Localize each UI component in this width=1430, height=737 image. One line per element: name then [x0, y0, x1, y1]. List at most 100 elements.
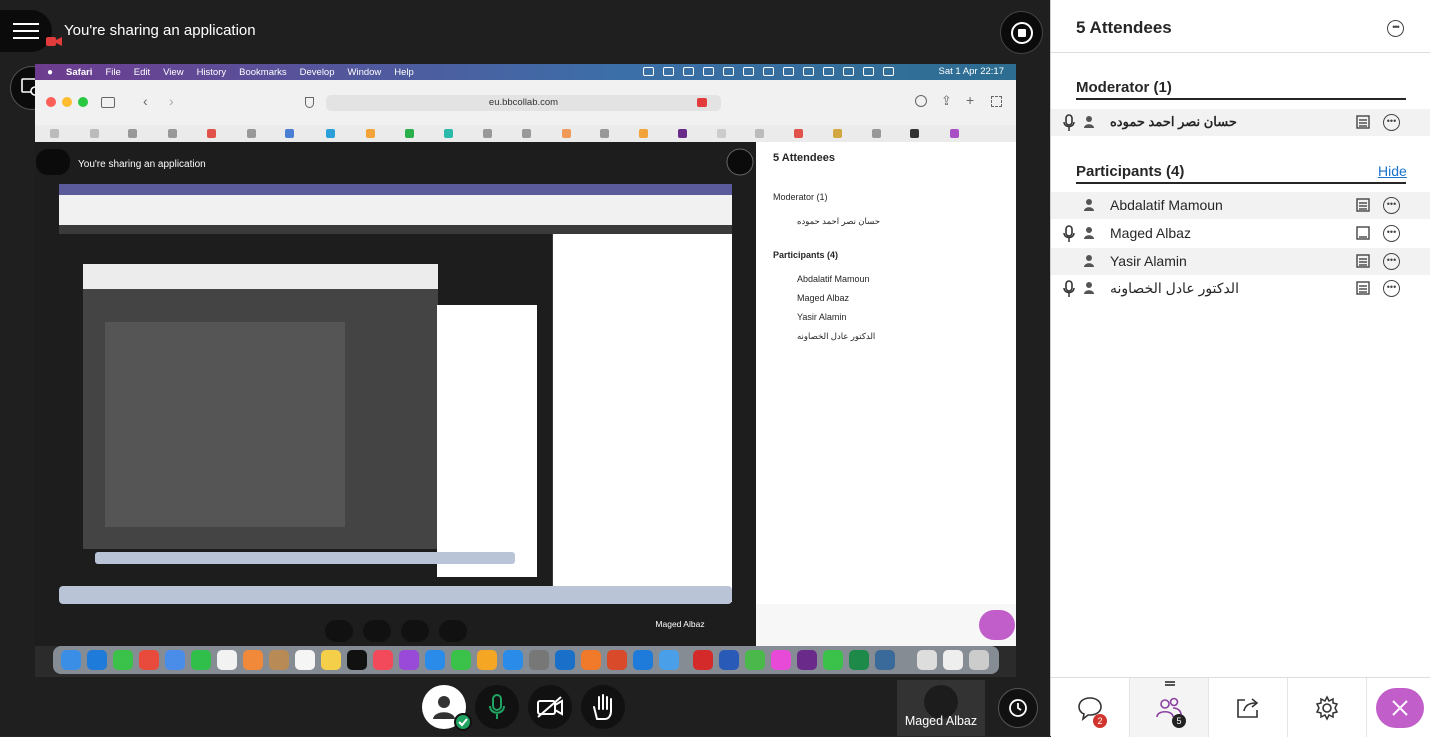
- tab-overview-icon: [991, 96, 1002, 107]
- hamburger-icon: [13, 23, 39, 39]
- tab-grip-icon: [1165, 681, 1175, 683]
- tab-share-content[interactable]: [1209, 678, 1288, 737]
- stream-icon: [1356, 198, 1370, 212]
- apple-icon: ●: [47, 66, 54, 78]
- favorites-bar: [35, 125, 1016, 143]
- menu-edit: Edit: [133, 66, 151, 78]
- menu-tray-icons: [643, 67, 894, 76]
- attendee-row[interactable]: الدكتور عادل الخصاونه •••: [1051, 275, 1430, 302]
- attendee-name: الدكتور عادل الخصاونه: [1110, 280, 1239, 296]
- person-icon: [1084, 199, 1094, 211]
- menu-develop: Develop: [299, 66, 335, 78]
- camera-button[interactable]: [528, 685, 572, 729]
- person-icon: [1084, 116, 1094, 128]
- close-icon: [1392, 700, 1408, 716]
- window-controls: [46, 97, 88, 107]
- nested-participant-4: الدكتور عادل الخصاونه: [797, 331, 876, 341]
- nested-participant-3: Yasir Alamin: [797, 312, 847, 322]
- tab-chat[interactable]: 2: [1051, 678, 1130, 737]
- stream-icon: [1356, 226, 1370, 240]
- moderator-header: Moderator (1): [1076, 79, 1172, 96]
- nested-participant-2: Maged Albaz: [797, 293, 850, 303]
- download-icon: [915, 95, 927, 107]
- settings-icon: [1315, 694, 1339, 721]
- menu-safari: Safari: [66, 66, 93, 78]
- sharing-indicator-icon: [697, 98, 707, 107]
- forward-icon: ›: [169, 93, 174, 109]
- stop-sharing-button[interactable]: [1000, 11, 1043, 54]
- menu-help: Help: [394, 66, 414, 78]
- new-tab-icon: +: [966, 92, 975, 108]
- session-menu-button[interactable]: [0, 10, 52, 52]
- session-stage: You're sharing an application ● Safari F…: [0, 0, 1050, 736]
- video-participant-name: Maged Albaz: [904, 714, 978, 728]
- privacy-shield-icon: [305, 97, 314, 108]
- panel-tab-bar: 2 5: [1051, 677, 1430, 737]
- attendee-name: Abdalatif Mamoun: [1110, 197, 1223, 213]
- safari-toolbar: ‹ › eu.bbcollab.com ⇪ +: [35, 80, 1016, 126]
- microphone-icon: [1063, 280, 1075, 297]
- hide-participants-link[interactable]: Hide: [1378, 163, 1407, 179]
- nested-moderator-header: Moderator (1): [773, 192, 828, 202]
- attendee-options-icon[interactable]: •••: [1383, 280, 1400, 297]
- online-status-icon: [454, 713, 472, 731]
- attendee-name: حسان نصر احمد حموده: [1110, 114, 1237, 129]
- clock-icon: [1009, 699, 1027, 717]
- tab-settings[interactable]: [1288, 678, 1367, 737]
- shared-screen: ● Safari File Edit View History Bookmark…: [35, 64, 1016, 677]
- address-bar: eu.bbcollab.com: [326, 95, 721, 111]
- nested-participant-1: Abdalatif Mamoun: [797, 274, 870, 284]
- share-content-icon: [1237, 697, 1259, 718]
- session-timer-button[interactable]: [998, 688, 1038, 728]
- mac-menu-bar: ● Safari File Edit View History Bookmark…: [35, 64, 1016, 80]
- tab-attendees[interactable]: 5: [1130, 678, 1209, 737]
- nested-participants-header: Participants (4): [773, 250, 839, 260]
- attendee-options-icon[interactable]: •••: [1383, 197, 1400, 214]
- divider: [1076, 98, 1406, 100]
- nested-panel-title: 5 Attendees: [773, 152, 835, 164]
- person-icon: [1084, 282, 1094, 294]
- person-icon: [1084, 255, 1094, 267]
- menu-bookmarks: Bookmarks: [239, 66, 287, 78]
- attendees-panel: 5 Attendees ••• Moderator (1) حسان نصر ا…: [1050, 0, 1430, 737]
- attendees-badge: 5: [1172, 714, 1186, 728]
- more-icon[interactable]: •••: [1387, 20, 1404, 37]
- menu-view: View: [163, 66, 184, 78]
- participants-header: Participants (4): [1076, 163, 1185, 180]
- share-icon: ⇪: [941, 93, 952, 108]
- attendee-options-icon[interactable]: •••: [1383, 253, 1400, 270]
- attendee-options-icon[interactable]: •••: [1383, 114, 1400, 131]
- stream-icon: [1356, 115, 1370, 129]
- raise-hand-button[interactable]: [581, 685, 625, 729]
- sharing-status-text: You're sharing an application: [64, 22, 256, 39]
- attendee-row[interactable]: Maged Albaz •••: [1051, 220, 1430, 247]
- stream-icon: [1356, 254, 1370, 268]
- person-icon: [1084, 227, 1094, 239]
- chat-badge: 2: [1093, 714, 1107, 728]
- nested-collaborate-screen: You're sharing an application 5 Attendee…: [35, 142, 1016, 646]
- panel-title: 5 Attendees: [1076, 18, 1172, 37]
- attendee-options-icon[interactable]: •••: [1383, 225, 1400, 242]
- stream-icon: [1356, 281, 1370, 295]
- back-icon: ‹: [143, 93, 148, 109]
- divider: [1076, 182, 1406, 184]
- close-panel-button[interactable]: [1376, 688, 1424, 728]
- attendee-row[interactable]: Yasir Alamin •••: [1051, 248, 1430, 275]
- raise-hand-icon: [593, 694, 612, 720]
- menu-history: History: [196, 66, 227, 78]
- sharing-camera-icon: [46, 37, 62, 46]
- microphone-icon: [1063, 114, 1075, 131]
- attendee-row-moderator[interactable]: حسان نصر احمد حموده •••: [1051, 109, 1430, 136]
- nested-moderator-name: حسان نصر احمد حموده: [797, 216, 880, 226]
- stop-icon: [1010, 21, 1033, 44]
- attendee-name: Yasir Alamin: [1110, 253, 1187, 269]
- microphone-button[interactable]: [475, 685, 519, 729]
- menu-window: Window: [347, 66, 382, 78]
- microphone-icon: [1063, 225, 1075, 242]
- sidebar-icon: [101, 97, 115, 108]
- menu-file: File: [105, 66, 121, 78]
- camera-off-icon: [537, 696, 563, 718]
- nested-sharing-text: You're sharing an application: [78, 159, 206, 170]
- attendee-row[interactable]: Abdalatif Mamoun •••: [1051, 192, 1430, 219]
- attendee-name: Maged Albaz: [1110, 225, 1191, 241]
